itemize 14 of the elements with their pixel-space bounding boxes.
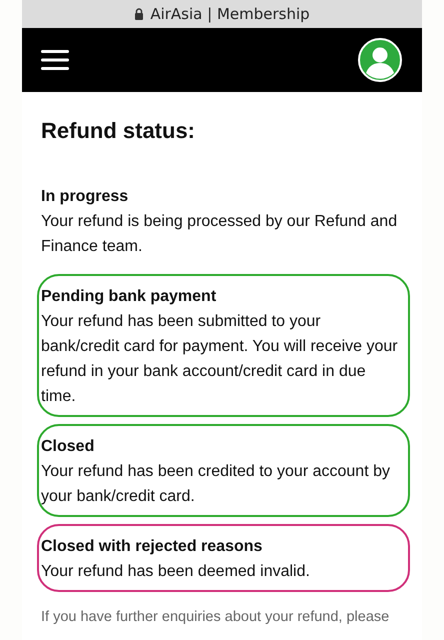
page-title: AirAsia | Membership (150, 5, 310, 23)
page-heading: Refund status: (41, 118, 196, 144)
footer-note: If you have further enquiries about your refund, please (41, 609, 390, 625)
status-name: In progress (41, 187, 130, 207)
lock-icon (134, 8, 144, 20)
status-name: Closed (41, 437, 96, 457)
status-description: Your refund has been submitted to your bank/credit card for payment. You will receive your refund in your bank account/credit card in due time. (41, 312, 399, 407)
status-name: Closed with rejected reasons (41, 537, 264, 557)
status-name: Pending bank payment (41, 287, 218, 307)
status-description: Your refund has been credited to your account by your bank/credit card. (41, 462, 391, 507)
status-description: Your refund is being processed by our Refund and Finance team. (41, 212, 398, 257)
status-description: Your refund has been deemed invalid. (41, 562, 311, 582)
avatar-icon[interactable] (358, 38, 402, 82)
menu-icon[interactable] (41, 50, 69, 70)
